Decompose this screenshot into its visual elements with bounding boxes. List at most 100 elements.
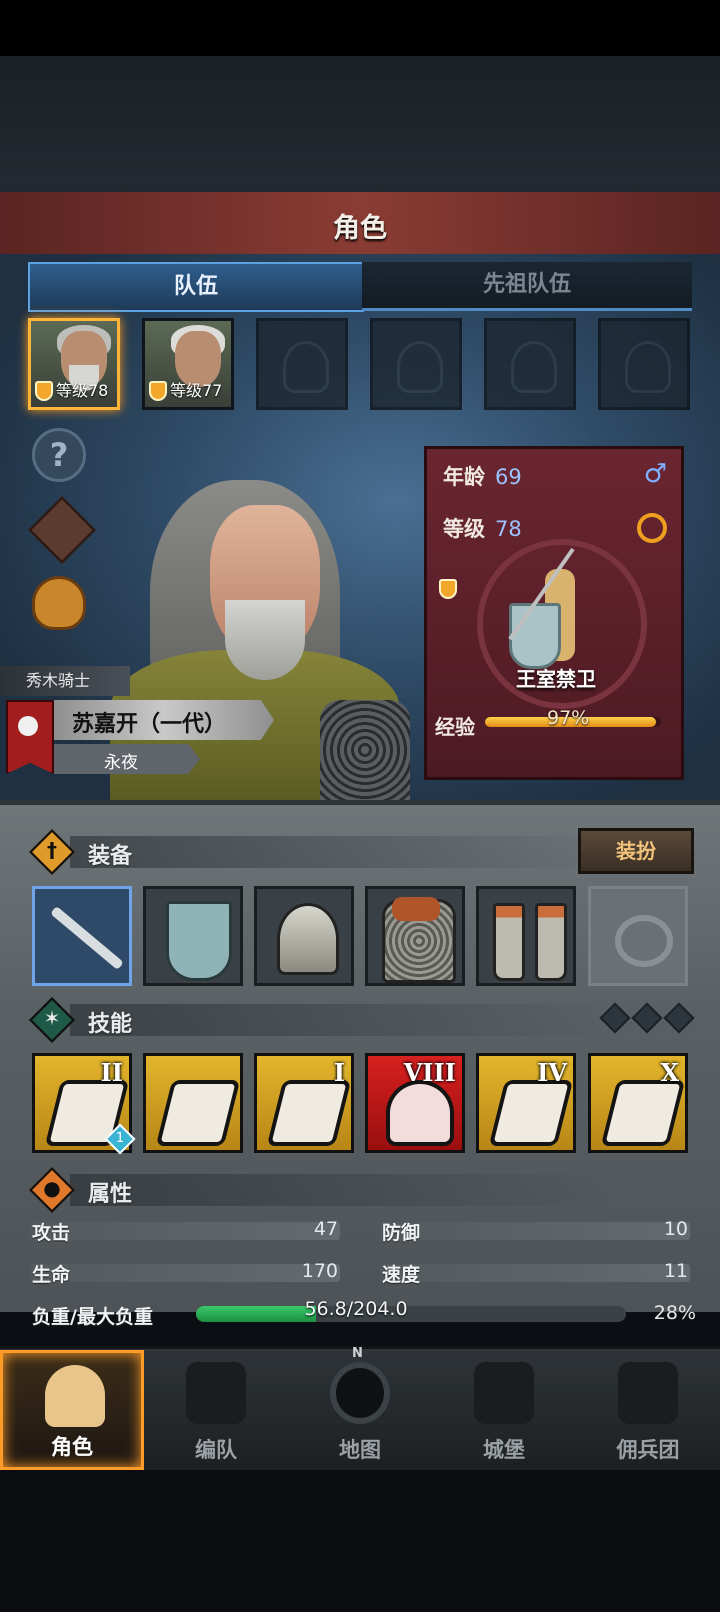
- skill-2[interactable]: [143, 1053, 243, 1153]
- sword-icon: [50, 905, 124, 971]
- equip-slot-shield[interactable]: [143, 886, 243, 986]
- equip-slot-helmet[interactable]: [254, 886, 354, 986]
- ring-icon[interactable]: [637, 513, 667, 543]
- shield-icon: [35, 381, 53, 401]
- compass-north-label: N: [352, 1346, 363, 1361]
- ring-placeholder-icon: [615, 915, 673, 967]
- party-slot-level: 等级78: [35, 379, 108, 403]
- skills-header: ✶ 技能: [28, 996, 630, 1044]
- shield-guard-icon: [266, 1080, 352, 1146]
- sun-emblem: [18, 716, 38, 736]
- defense-value: 10: [663, 1218, 688, 1240]
- nav-label: 佣兵团: [616, 1438, 680, 1462]
- equip-slot-armor[interactable]: [365, 886, 465, 986]
- defense-label: 防御: [382, 1222, 421, 1244]
- age-value: 69: [495, 465, 522, 489]
- shield-break-icon: [600, 1080, 686, 1146]
- helmet-icon: [277, 903, 339, 975]
- skill-rank: I: [333, 1058, 345, 1087]
- hero-nameplate: 苏嘉开（一代）: [54, 700, 274, 740]
- attack-value: 47: [313, 1218, 338, 1240]
- attack-label: 攻击: [32, 1222, 71, 1244]
- nav-castle[interactable]: 城堡: [432, 1350, 576, 1470]
- equip-slot-sword[interactable]: [32, 886, 132, 986]
- tab-party[interactable]: 队伍: [28, 262, 364, 312]
- tab-ancestor-party[interactable]: 先祖队伍: [362, 262, 692, 311]
- level-value: 78: [495, 517, 522, 541]
- helmet-placeholder-icon: [283, 341, 329, 393]
- boot-left-icon: [493, 903, 525, 981]
- shield-icon: [149, 381, 167, 401]
- skill-3[interactable]: I: [254, 1053, 354, 1153]
- skill-rank: IV: [537, 1058, 567, 1087]
- title-bar: 角色: [0, 192, 720, 258]
- party-slot-empty[interactable]: [256, 318, 348, 410]
- nav-label: 城堡: [483, 1438, 525, 1462]
- skill-4[interactable]: VIII: [365, 1053, 465, 1153]
- load-label: 负重/最大负重: [32, 1306, 153, 1328]
- hero-title: 永夜: [104, 753, 138, 773]
- skill-6[interactable]: X: [588, 1053, 688, 1153]
- dress-up-button[interactable]: 装扮: [578, 828, 694, 874]
- skill-1[interactable]: II 1: [32, 1053, 136, 1155]
- equip-slot-ring[interactable]: [588, 886, 688, 986]
- skills-title: 技能: [88, 1012, 133, 1037]
- party-slot-1[interactable]: 等级78: [28, 318, 120, 410]
- shield-equip-icon: [166, 901, 232, 981]
- speed-value: 11: [663, 1260, 688, 1282]
- section-band: [70, 1004, 610, 1036]
- unit-shield: [509, 603, 561, 669]
- potion-icon[interactable]: [32, 576, 86, 630]
- equip-slot-boots[interactable]: [476, 886, 576, 986]
- nav-formation[interactable]: 编队: [144, 1350, 288, 1470]
- top-background: [0, 56, 720, 196]
- nav-label: 角色: [51, 1435, 93, 1459]
- hero-name: 苏嘉开（一代）: [72, 712, 227, 737]
- mercenary-icon: [618, 1362, 678, 1424]
- compass-icon: [330, 1362, 390, 1424]
- castle-icon: [474, 1362, 534, 1424]
- section-band: [70, 1174, 610, 1206]
- skill-badge-count: 1: [115, 1131, 125, 1146]
- person-glyph: ●: [43, 1176, 61, 1200]
- skill-rank: X: [660, 1058, 679, 1087]
- hero-portrait-armor: [320, 700, 410, 800]
- unit-name: 王室禁卫: [516, 667, 596, 691]
- level-label: 等级: [443, 517, 485, 541]
- shield-icon: [439, 579, 457, 603]
- equipment-header: † 装备: [28, 828, 630, 876]
- status-bar: [0, 0, 720, 56]
- shield-break-icon: [488, 1080, 574, 1146]
- exp-value: 97%: [547, 707, 590, 729]
- party-slot-level: 等级77: [149, 379, 222, 403]
- age-label: 年龄: [443, 465, 485, 489]
- party-slot-empty[interactable]: [598, 318, 690, 410]
- help-icon[interactable]: ?: [32, 428, 86, 482]
- shield-glyph: [439, 579, 457, 599]
- star-glyph: ✶: [43, 1006, 61, 1030]
- level-text: 等级78: [56, 381, 109, 400]
- skill-rank: VIII: [403, 1058, 456, 1087]
- nav-character[interactable]: 角色: [0, 1350, 144, 1470]
- nav-map[interactable]: 地图: [288, 1350, 432, 1470]
- party-slot-empty[interactable]: [484, 318, 576, 410]
- unit-figure: [508, 547, 599, 679]
- age-row: 年龄 69: [443, 461, 522, 491]
- level-row: 等级 78: [443, 513, 522, 543]
- page-title: 角色: [333, 213, 387, 244]
- nav-label: 地图: [339, 1438, 381, 1462]
- load-value: 56.8/204.0: [304, 1298, 408, 1320]
- party-slot-empty[interactable]: [370, 318, 462, 410]
- nav-mercenary[interactable]: 佣兵团: [576, 1350, 720, 1470]
- bottom-background: [0, 1470, 720, 1612]
- speed-label: 速度: [382, 1264, 421, 1286]
- helmet-placeholder-icon: [625, 341, 671, 393]
- party-slot-2[interactable]: 等级77: [142, 318, 234, 410]
- hp-label: 生命: [32, 1264, 71, 1286]
- helmet-icon: [186, 1362, 246, 1424]
- skill-5[interactable]: IV: [476, 1053, 576, 1153]
- male-icon: ♂: [643, 459, 667, 489]
- heal-strike-icon: [155, 1080, 241, 1146]
- hp-value: 170: [301, 1260, 338, 1282]
- skill-rank: II: [100, 1058, 123, 1087]
